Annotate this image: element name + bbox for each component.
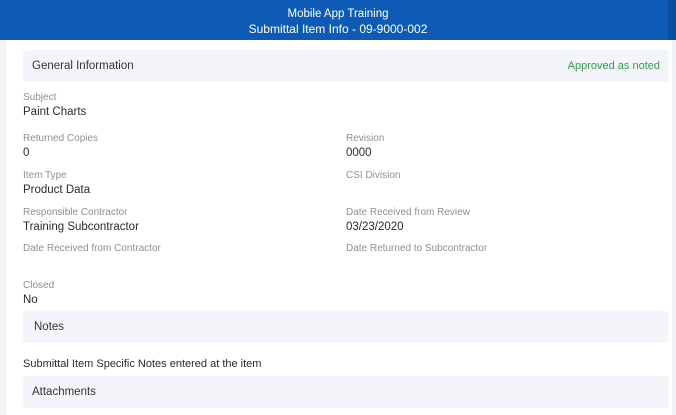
status-badge: Approved as noted: [567, 60, 660, 72]
field-label: Date Received from Contractor: [23, 243, 161, 254]
field-label: Returned Copies: [23, 133, 99, 144]
field-label: Revision: [346, 133, 385, 144]
field-returned-copies: Returned Copies 0: [23, 133, 98, 159]
page-title: Submittal Item Info - 09-9000-002: [248, 22, 428, 36]
field-subject: Subject Paint Charts: [23, 92, 86, 118]
left-rail: [0, 40, 6, 415]
general-information-section[interactable]: General Information Approved as noted: [23, 50, 669, 82]
app-header: Mobile App Training Submittal Item Info …: [0, 0, 676, 40]
field-value: 0: [23, 147, 30, 159]
notes-section[interactable]: Notes: [23, 311, 669, 343]
field-responsible-contractor: Responsible Contractor Training Subcontr…: [23, 207, 139, 233]
field-date-received-contractor: Date Received from Contractor: [23, 243, 161, 257]
field-item-type: Item Type Product Data: [23, 170, 90, 196]
notes-text: Submittal Item Specific Notes entered at…: [23, 358, 262, 370]
field-date-returned-subcontractor: Date Returned to Subcontractor: [346, 243, 487, 257]
field-value: Paint Charts: [23, 106, 87, 118]
field-revision: Revision 0000: [346, 133, 384, 159]
section-title: Attachments: [32, 386, 96, 398]
field-date-received-review: Date Received from Review 03/23/2020: [346, 207, 470, 233]
field-value: 03/23/2020: [346, 221, 404, 233]
field-value: No: [23, 294, 38, 306]
field-csi-division: CSI Division: [346, 170, 400, 184]
field-value: Training Subcontractor: [23, 221, 139, 233]
field-value: Product Data: [23, 184, 91, 196]
field-label: Date Returned to Subcontractor: [346, 243, 488, 254]
field-label: Responsible Contractor: [23, 207, 128, 218]
field-label: Closed: [23, 280, 55, 291]
field-label: Date Received from Review: [346, 207, 470, 218]
field-label: Item Type: [23, 170, 67, 181]
app-name: Mobile App Training: [287, 8, 389, 20]
section-title: Notes: [34, 321, 65, 333]
field-value: 0000: [346, 147, 372, 159]
section-title: General Information: [32, 60, 134, 72]
header-edge: [668, 0, 676, 40]
field-label: Subject: [23, 92, 57, 103]
field-closed: Closed No: [23, 280, 54, 306]
attachments-section[interactable]: Attachments: [23, 376, 669, 408]
scrollbar-track[interactable]: [672, 40, 676, 415]
field-label: CSI Division: [346, 170, 401, 181]
